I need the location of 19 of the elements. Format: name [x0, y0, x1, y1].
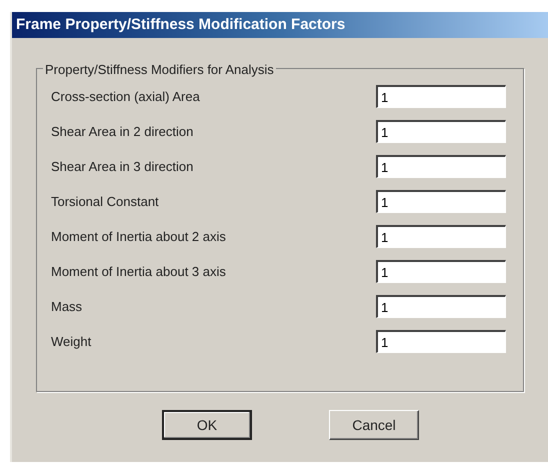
input-field[interactable]: 1	[376, 225, 506, 248]
field-label: Weight	[51, 332, 92, 351]
field-label: Moment of Inertia about 3 axis	[51, 262, 226, 281]
input-field[interactable]: 1	[376, 330, 506, 353]
input-field[interactable]: 1	[376, 190, 506, 213]
input-field[interactable]: 1	[376, 85, 506, 108]
input-field[interactable]: 1	[376, 120, 506, 143]
field-label: Torsional Constant	[51, 192, 159, 211]
field-label: Mass	[51, 298, 82, 316]
field-label: Shear Area in 2 direction	[51, 122, 194, 141]
field-label: Moment of Inertia about 2 axis	[51, 228, 226, 246]
cancel-button[interactable]: Cancel	[329, 410, 419, 440]
field-label: Cross-section (axial) Area	[51, 88, 200, 106]
input-field[interactable]: 1	[376, 260, 506, 283]
input-field[interactable]: 1	[376, 295, 506, 318]
input-field[interactable]: 1	[376, 155, 506, 178]
window-title: Frame Property/Stiffness Modification Factors	[16, 14, 346, 35]
ok-button[interactable]: OK	[162, 410, 252, 440]
field-label: Shear Area in 3 direction	[51, 158, 194, 176]
